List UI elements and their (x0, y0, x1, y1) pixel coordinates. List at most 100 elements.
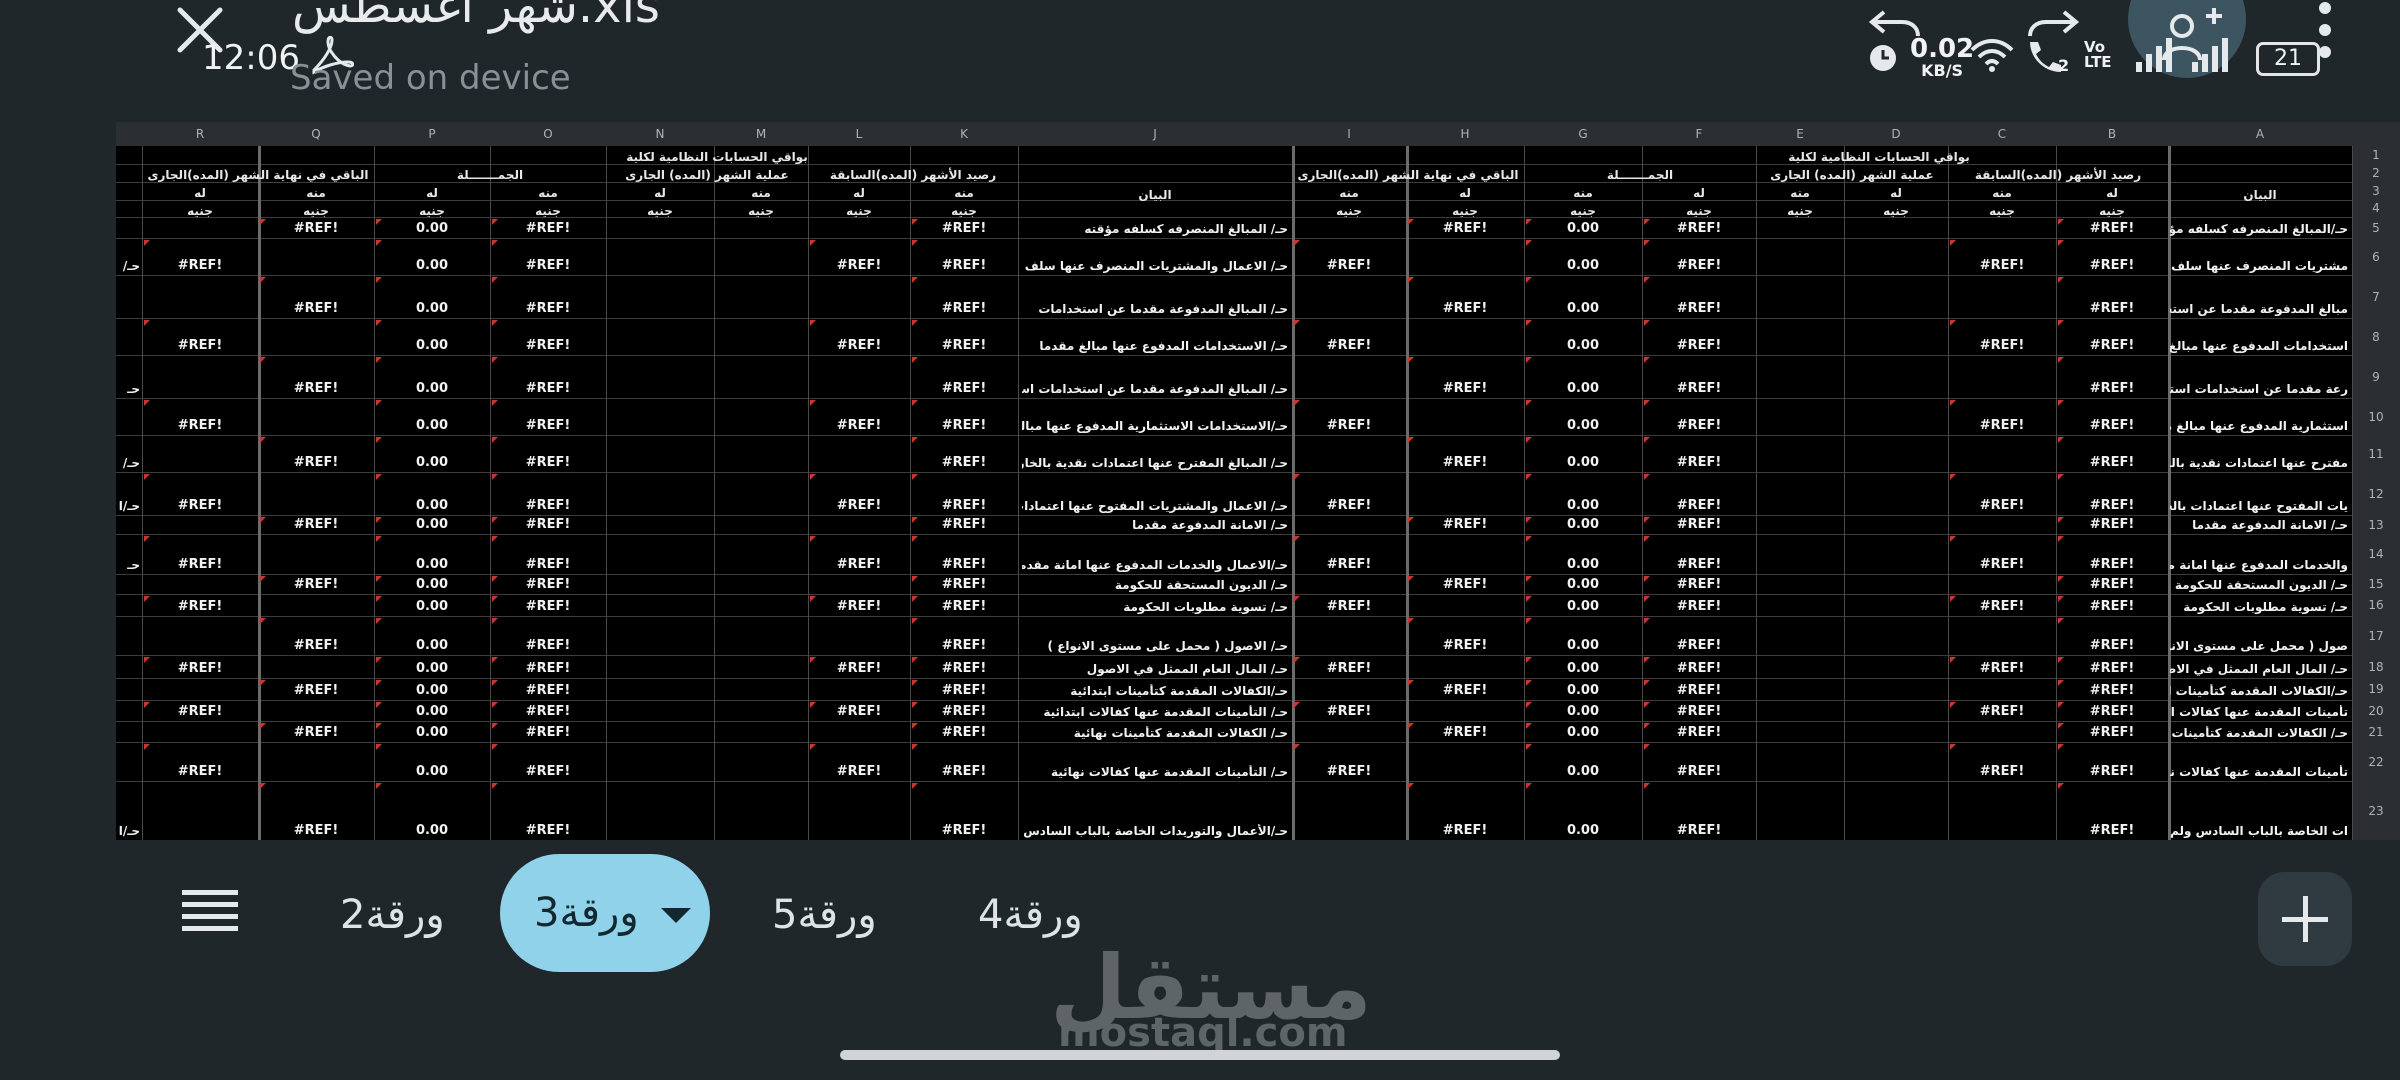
row-header-23[interactable]: 23 (2352, 781, 2400, 840)
cell-b-14[interactable]: #REF! (2056, 557, 2168, 572)
row-header-9[interactable]: 9 (2352, 355, 2400, 399)
cell-f-15[interactable]: #REF! (1642, 577, 1756, 592)
cell-i-20[interactable]: #REF! (1292, 704, 1406, 719)
cell-p-9[interactable]: 0.00 (374, 381, 490, 396)
cell-o-13[interactable]: #REF! (490, 517, 606, 532)
column-header-k[interactable]: K (910, 122, 1019, 146)
row-header-11[interactable]: 11 (2352, 435, 2400, 473)
column-header-a[interactable]: A (2168, 122, 2353, 146)
cell-q-23[interactable]: #REF! (258, 823, 374, 838)
cell-k-15[interactable]: #REF! (910, 577, 1018, 592)
cell-g-20[interactable]: 0.00 (1524, 704, 1642, 719)
cell-f-18[interactable]: #REF! (1642, 661, 1756, 676)
cell-p-15[interactable]: 0.00 (374, 577, 490, 592)
cell-f-16[interactable]: #REF! (1642, 599, 1756, 614)
cell-g-14[interactable]: 0.00 (1524, 557, 1642, 572)
cell-r-6[interactable]: #REF! (142, 258, 258, 273)
row-header-21[interactable]: 21 (2352, 721, 2400, 743)
cell-q-13[interactable]: #REF! (258, 517, 374, 532)
cell-f-11[interactable]: #REF! (1642, 455, 1756, 470)
cell-f-6[interactable]: #REF! (1642, 258, 1756, 273)
cell-k-8[interactable]: #REF! (910, 338, 1018, 353)
cell-k-6[interactable]: #REF! (910, 258, 1018, 273)
cell-p-13[interactable]: 0.00 (374, 517, 490, 532)
cell-k-23[interactable]: #REF! (910, 823, 1018, 838)
cell-p-7[interactable]: 0.00 (374, 301, 490, 316)
cell-h-13[interactable]: #REF! (1406, 517, 1524, 532)
cell-i-10[interactable]: #REF! (1292, 418, 1406, 433)
cell-p-8[interactable]: 0.00 (374, 338, 490, 353)
cell-h-19[interactable]: #REF! (1406, 683, 1524, 698)
cell-k-16[interactable]: #REF! (910, 599, 1018, 614)
cell-o-11[interactable]: #REF! (490, 455, 606, 470)
cell-p-14[interactable]: 0.00 (374, 557, 490, 572)
cell-c-20[interactable]: #REF! (1948, 704, 2056, 719)
row-header-13[interactable]: 13 (2352, 515, 2400, 535)
cell-g-7[interactable]: 0.00 (1524, 301, 1642, 316)
cell-f-7[interactable]: #REF! (1642, 301, 1756, 316)
cell-b-5[interactable]: #REF! (2056, 221, 2168, 236)
cell-p-6[interactable]: 0.00 (374, 258, 490, 273)
column-header-j[interactable]: J (1018, 122, 1293, 146)
cell-k-19[interactable]: #REF! (910, 683, 1018, 698)
cell-g-15[interactable]: 0.00 (1524, 577, 1642, 592)
cell-f-14[interactable]: #REF! (1642, 557, 1756, 572)
cell-g-16[interactable]: 0.00 (1524, 599, 1642, 614)
cell-p-10[interactable]: 0.00 (374, 418, 490, 433)
cell-o-12[interactable]: #REF! (490, 498, 606, 513)
cell-i-6[interactable]: #REF! (1292, 258, 1406, 273)
cell-f-20[interactable]: #REF! (1642, 704, 1756, 719)
cell-f-22[interactable]: #REF! (1642, 764, 1756, 779)
column-header-b[interactable]: B (2056, 122, 2169, 146)
spreadsheet-grid[interactable]: R Q P O N M L K J I H G F E D C B A 1 2 3 4 5 6 7 8 9 10 11 12 13 14 15 1… (116, 122, 2400, 840)
select-all-corner[interactable] (2352, 122, 2400, 146)
home-indicator[interactable] (840, 1050, 1560, 1060)
cell-p-21[interactable]: 0.00 (374, 725, 490, 740)
cell-o-8[interactable]: #REF! (490, 338, 606, 353)
cell-k-14[interactable]: #REF! (910, 557, 1018, 572)
cell-i-22[interactable]: #REF! (1292, 764, 1406, 779)
cell-f-19[interactable]: #REF! (1642, 683, 1756, 698)
cell-l-18[interactable]: #REF! (808, 661, 910, 676)
cell-o-18[interactable]: #REF! (490, 661, 606, 676)
cell-p-16[interactable]: 0.00 (374, 599, 490, 614)
cell-o-16[interactable]: #REF! (490, 599, 606, 614)
cell-f-12[interactable]: #REF! (1642, 498, 1756, 513)
cell-h-11[interactable]: #REF! (1406, 455, 1524, 470)
cell-k-17[interactable]: #REF! (910, 638, 1018, 653)
cell-g-12[interactable]: 0.00 (1524, 498, 1642, 513)
cell-b-22[interactable]: #REF! (2056, 764, 2168, 779)
column-header-o[interactable]: O (490, 122, 607, 146)
cell-f-10[interactable]: #REF! (1642, 418, 1756, 433)
cell-o-5[interactable]: #REF! (490, 221, 606, 236)
column-header-q[interactable]: Q (258, 122, 375, 146)
cell-k-11[interactable]: #REF! (910, 455, 1018, 470)
row-header-14[interactable]: 14 (2352, 534, 2400, 575)
cell-p-12[interactable]: 0.00 (374, 498, 490, 513)
cell-h-17[interactable]: #REF! (1406, 638, 1524, 653)
cell-k-13[interactable]: #REF! (910, 517, 1018, 532)
cell-o-15[interactable]: #REF! (490, 577, 606, 592)
row-header-20[interactable]: 20 (2352, 700, 2400, 722)
cell-q-19[interactable]: #REF! (258, 683, 374, 698)
column-header-p[interactable]: P (374, 122, 491, 146)
cell-i-14[interactable]: #REF! (1292, 557, 1406, 572)
cell-k-9[interactable]: #REF! (910, 381, 1018, 396)
list-icon[interactable] (182, 888, 238, 936)
cell-c-14[interactable]: #REF! (1948, 557, 2056, 572)
cell-l-16[interactable]: #REF! (808, 599, 910, 614)
cell-g-22[interactable]: 0.00 (1524, 764, 1642, 779)
cell-f-13[interactable]: #REF! (1642, 517, 1756, 532)
cell-h-23[interactable]: #REF! (1406, 823, 1524, 838)
cell-p-5[interactable]: 0.00 (374, 221, 490, 236)
more-options-icon[interactable] (2318, 0, 2332, 70)
cell-r-22[interactable]: #REF! (142, 764, 258, 779)
cell-h-7[interactable]: #REF! (1406, 301, 1524, 316)
row-header-17[interactable]: 17 (2352, 616, 2400, 656)
cell-f-23[interactable]: #REF! (1642, 823, 1756, 838)
column-header-f[interactable]: F (1642, 122, 1757, 146)
cell-c-10[interactable]: #REF! (1948, 418, 2056, 433)
cell-k-5[interactable]: #REF! (910, 221, 1018, 236)
cell-g-11[interactable]: 0.00 (1524, 455, 1642, 470)
cell-r-14[interactable]: #REF! (142, 557, 258, 572)
